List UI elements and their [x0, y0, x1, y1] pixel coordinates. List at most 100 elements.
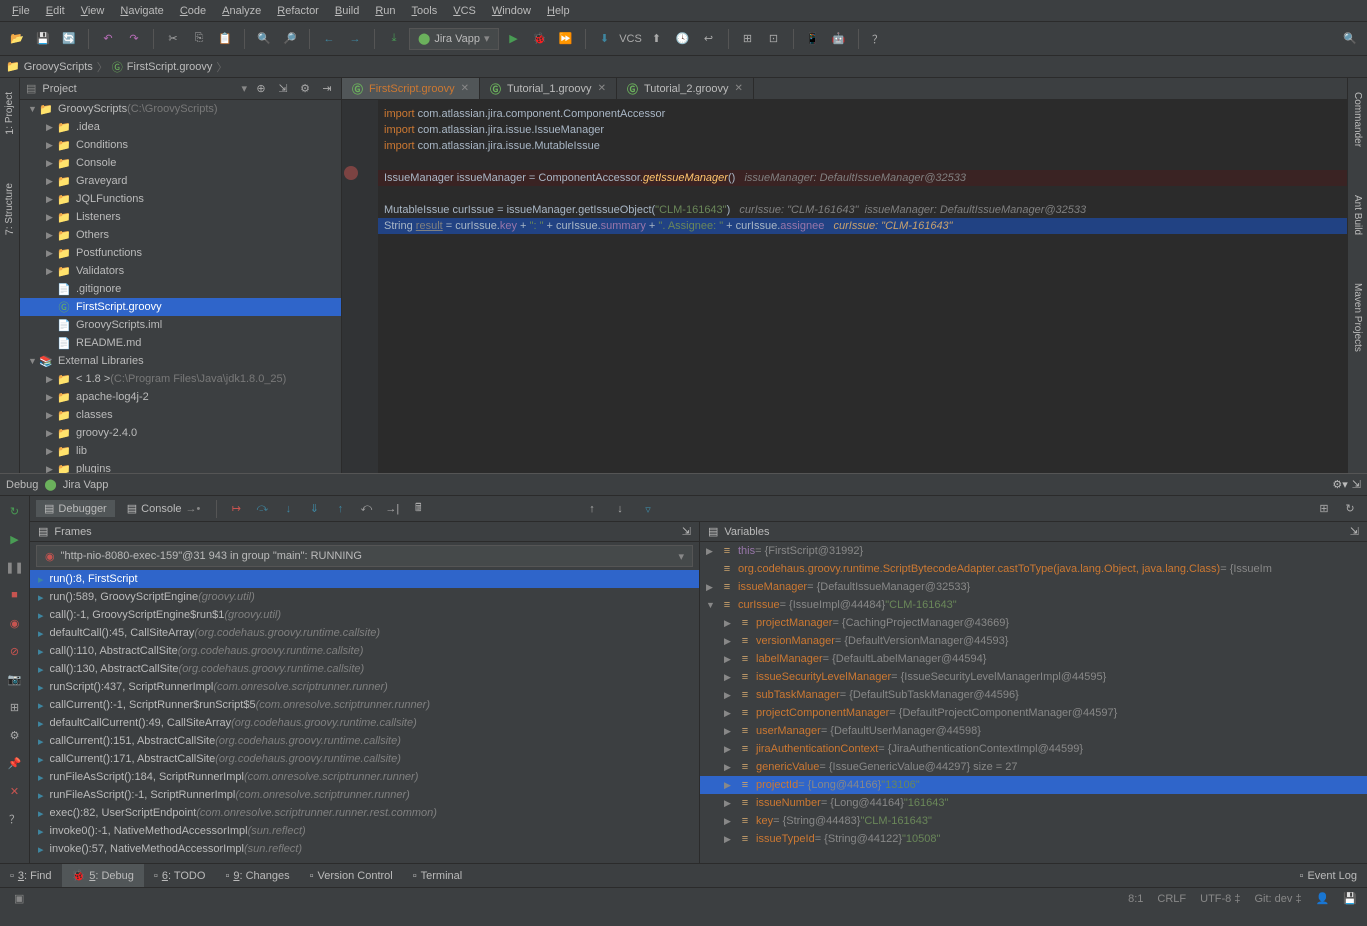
menu-analyze[interactable]: Analyze	[214, 3, 269, 19]
variable-row[interactable]: ▶≡issueNumber = {Long@44164} "161643"	[700, 794, 1367, 812]
breadcrumb-root[interactable]: GroovyScripts	[24, 61, 93, 73]
variable-row[interactable]: ▶≡issueSecurityLevelManager = {IssueSecu…	[700, 668, 1367, 686]
event-log-tab[interactable]: ▫Event Log	[1290, 864, 1367, 887]
variable-row[interactable]: ▶≡projectManager = {CachingProjectManage…	[700, 614, 1367, 632]
commander-tool-tab[interactable]: Commander	[1350, 88, 1365, 151]
editor-content[interactable]: import import com.atlassian.jira.compone…	[342, 100, 1347, 473]
get-thread-dump-icon[interactable]: 📷	[4, 668, 26, 690]
variables-list[interactable]: ▶≡this = {FirstScript@31992} ≡org.codeha…	[700, 542, 1367, 863]
frames-list[interactable]: ▸run():8, FirstScript▸run():589, GroovyS…	[30, 570, 699, 863]
frame-row[interactable]: ▸call():110, AbstractCallSite (org.codeh…	[30, 642, 699, 660]
copy-icon[interactable]: ⎘	[188, 28, 210, 50]
menu-help[interactable]: Help	[539, 3, 578, 19]
frame-row[interactable]: ▸run():589, GroovyScriptEngine (groovy.u…	[30, 588, 699, 606]
line-ending[interactable]: CRLF	[1157, 893, 1186, 905]
frame-row[interactable]: ▸callCurrent():-1, ScriptRunner$runScrip…	[30, 696, 699, 714]
variable-row[interactable]: ▼≡curIssue = {IssueImpl@44484} "CLM-1616…	[700, 596, 1367, 614]
settings-icon[interactable]: ⚙	[4, 724, 26, 746]
cut-icon[interactable]: ✂	[162, 28, 184, 50]
ant-build-tool-tab[interactable]: Ant Build	[1350, 191, 1365, 239]
bottom-tab-find[interactable]: ▫3: Find	[0, 864, 62, 887]
git-branch[interactable]: Git: dev ‡	[1255, 893, 1302, 905]
frame-row[interactable]: ▸defaultCall():45, CallSiteArray (org.co…	[30, 624, 699, 642]
memory-icon[interactable]: 💾	[1343, 892, 1357, 905]
step-over-icon[interactable]: ⤼	[251, 498, 273, 520]
collapse-icon[interactable]: ⇲	[275, 81, 291, 97]
variable-row[interactable]: ▶≡versionManager = {DefaultVersionManage…	[700, 632, 1367, 650]
variable-row[interactable]: ≡org.codehaus.groovy.runtime.ScriptBytec…	[700, 560, 1367, 578]
restore-icon[interactable]: ⇲	[682, 525, 691, 538]
structure-tool-tab[interactable]: 7: Structure	[2, 179, 18, 239]
mute-breakpoints-icon[interactable]: ⊘	[4, 640, 26, 662]
variable-row[interactable]: ▶≡this = {FirstScript@31992}	[700, 542, 1367, 560]
tree-item[interactable]: ▶📁classes	[20, 406, 341, 424]
menu-build[interactable]: Build	[327, 3, 367, 19]
layout-icon[interactable]: ⊞	[1313, 498, 1335, 520]
thread-selector[interactable]: ◉"http-nio-8080-exec-159"@31 943 in grou…	[36, 545, 693, 567]
menu-file[interactable]: File	[4, 3, 38, 19]
bottom-tab-version-control[interactable]: ▫Version Control	[300, 864, 403, 887]
help-icon[interactable]: ？	[4, 808, 26, 830]
menu-refactor[interactable]: Refactor	[269, 3, 327, 19]
breakpoint-disabled-icon[interactable]	[344, 166, 358, 180]
debug-icon[interactable]: 🐞	[529, 28, 551, 50]
frame-row[interactable]: ▸invoke():57, NativeMethodAccessorImpl (…	[30, 840, 699, 858]
tree-item[interactable]: ▶📁.idea	[20, 118, 341, 136]
bottom-tab-changes[interactable]: ▫9: Changes	[215, 864, 299, 887]
maven-tool-tab[interactable]: Maven Projects	[1350, 279, 1365, 356]
undo-icon[interactable]: ↶	[97, 28, 119, 50]
frame-row[interactable]: ▸runFileAsScript():-1, ScriptRunnerImpl …	[30, 786, 699, 804]
run-to-cursor-icon[interactable]: →|	[381, 498, 403, 520]
vcs-commit-icon[interactable]: VCS	[620, 28, 642, 50]
menu-edit[interactable]: Edit	[38, 3, 73, 19]
tool-window-quick-access-icon[interactable]: ▣	[14, 892, 24, 905]
step-out-icon[interactable]: ↑	[329, 498, 351, 520]
run-config-selector[interactable]: ⬤ Jira Vapp ▾	[409, 28, 499, 50]
redo-icon[interactable]: ↷	[123, 28, 145, 50]
revert-icon[interactable]: ↩	[698, 28, 720, 50]
refresh-icon[interactable]: 🔄	[58, 28, 80, 50]
menu-run[interactable]: Run	[367, 3, 403, 19]
view-breakpoints-icon[interactable]: ◉	[4, 612, 26, 634]
frame-row[interactable]: ▸run():8, FirstScript	[30, 570, 699, 588]
bottom-tab-debug[interactable]: 🐞5: Debug	[62, 864, 144, 887]
frame-row[interactable]: ▸runFileAsScript():184, ScriptRunnerImpl…	[30, 768, 699, 786]
filter-icon[interactable]: ▿	[637, 498, 659, 520]
tree-item[interactable]: 📄GroovyScripts.iml	[20, 316, 341, 334]
pause-icon[interactable]: ❚❚	[4, 556, 26, 578]
menu-window[interactable]: Window	[484, 3, 539, 19]
save-icon[interactable]: 💾	[32, 28, 54, 50]
menu-vcs[interactable]: VCS	[445, 3, 484, 19]
show-execution-point-icon[interactable]: ↦	[225, 498, 247, 520]
variable-row[interactable]: ▶≡projectId = {Long@44166} "13106"	[700, 776, 1367, 794]
history-icon[interactable]: 🕓	[672, 28, 694, 50]
hide-icon[interactable]: ⇥	[319, 81, 335, 97]
rerun-icon[interactable]: ↻	[4, 500, 26, 522]
drop-frame-icon[interactable]: ⤺	[355, 498, 377, 520]
android-icon[interactable]: 🤖	[828, 28, 850, 50]
variable-row[interactable]: ▶≡issueManager = {DefaultIssueManager@32…	[700, 578, 1367, 596]
close-icon[interactable]: ✕	[461, 83, 469, 94]
bottom-tab-terminal[interactable]: ▫Terminal	[403, 864, 472, 887]
find-icon[interactable]: 🔍	[253, 28, 275, 50]
tree-item[interactable]: ▶📁groovy-2.4.0	[20, 424, 341, 442]
forward-icon[interactable]: →	[344, 28, 366, 50]
run-icon[interactable]: ▶	[503, 28, 525, 50]
console-tab[interactable]: ▤Console→•	[119, 500, 209, 517]
project-tree[interactable]: ▼📁GroovyScripts (C:\GroovyScripts)▶📁.ide…	[20, 100, 341, 473]
tree-item[interactable]: ⒼFirstScript.groovy	[20, 298, 341, 316]
vcs-push-icon[interactable]: ⬆	[646, 28, 668, 50]
frame-row[interactable]: ▸callCurrent():151, AbstractCallSite (or…	[30, 732, 699, 750]
menu-tools[interactable]: Tools	[404, 3, 446, 19]
tree-item[interactable]: ▶📁Conditions	[20, 136, 341, 154]
variable-row[interactable]: ▶≡jiraAuthenticationContext = {JiraAuthe…	[700, 740, 1367, 758]
menu-navigate[interactable]: Navigate	[112, 3, 171, 19]
frame-row[interactable]: ▸callCurrent():171, AbstractCallSite (or…	[30, 750, 699, 768]
tree-item[interactable]: ▶📁Postfunctions	[20, 244, 341, 262]
frame-row[interactable]: ▸invoke0():-1, NativeMethodAccessorImpl …	[30, 822, 699, 840]
close-icon[interactable]: ✕	[735, 83, 743, 94]
struct-icon[interactable]: ⊞	[737, 28, 759, 50]
paste-icon[interactable]: 📋	[214, 28, 236, 50]
variable-row[interactable]: ▶≡subTaskManager = {DefaultSubTaskManage…	[700, 686, 1367, 704]
variable-row[interactable]: ▶≡userManager = {DefaultUserManager@4459…	[700, 722, 1367, 740]
